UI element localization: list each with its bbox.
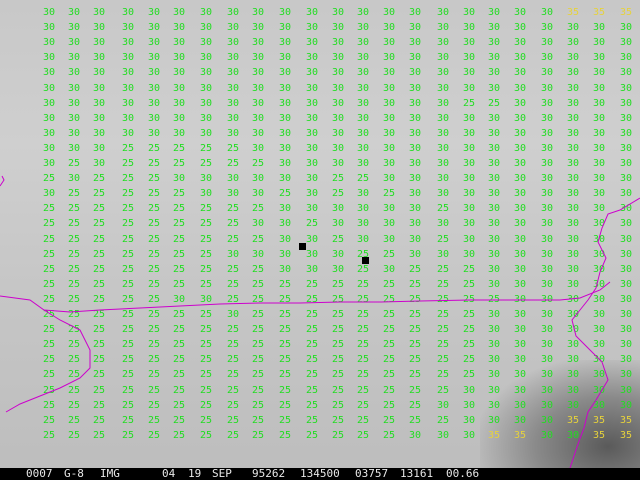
frame-number: 0007 <box>26 467 53 480</box>
julian-date: 95262 <box>252 467 286 480</box>
image-status-bar: 0007 G-8 IMG 04 19 SEP 95262 134500 0375… <box>0 468 640 480</box>
satellite-image-display: 30 30 30 30 30 30 30 30 30 30 30 30 30 30 30 30 30 30 30 30… <box>0 0 640 480</box>
satellite-id: G-8 <box>64 467 84 480</box>
station-marker <box>362 257 369 264</box>
resolution: 00.66 <box>446 467 480 480</box>
coastline-overlay <box>0 175 640 468</box>
line-number: 03757 <box>355 467 389 480</box>
image-time: 134500 <box>300 467 340 480</box>
product-type: IMG <box>100 467 120 480</box>
coastline-east <box>569 197 640 468</box>
element-number: 13161 <box>400 467 434 480</box>
coastline-northwest <box>0 175 5 187</box>
station-marker <box>299 243 306 250</box>
band-number: 04 <box>162 467 176 480</box>
month-label: SEP <box>212 467 232 480</box>
day-of-month: 19 <box>188 467 202 480</box>
coastline-southwest <box>5 309 91 413</box>
coastline-west <box>0 281 611 313</box>
